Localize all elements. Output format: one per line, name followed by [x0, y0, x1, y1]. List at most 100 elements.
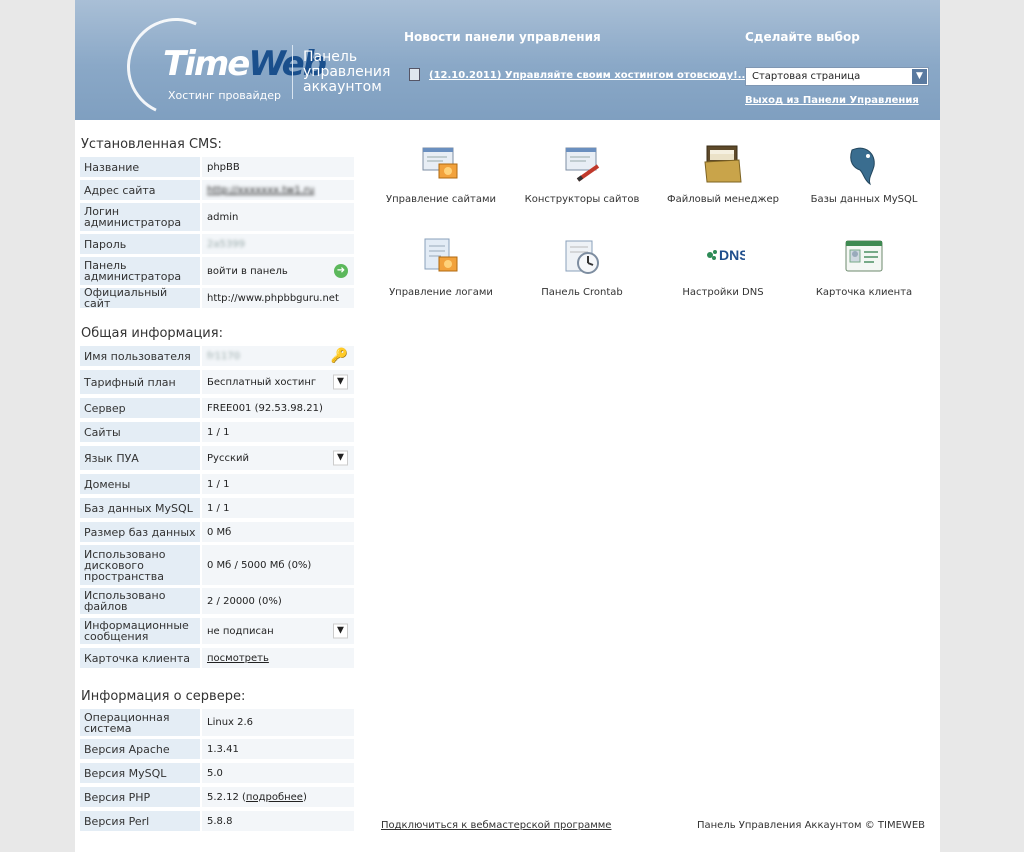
logo-time: Time [163, 44, 250, 84]
cms-section-title: Установленная CMS: [81, 137, 222, 152]
tool-label: Панель Crontab [541, 287, 623, 298]
mysql-icon[interactable] [842, 142, 886, 186]
file-manager-icon[interactable] [701, 142, 745, 186]
row-value: FREE001 (92.53.98.21) [202, 398, 354, 418]
row-label: Официальный сайт [80, 287, 200, 309]
language-value: Русский [207, 452, 249, 464]
table-row: Домены 1 / 1 [80, 474, 354, 494]
key-icon[interactable]: 🔑 [331, 348, 348, 364]
row-value: fr1170 🔑 [202, 346, 354, 366]
row-value: 1 / 1 [202, 422, 354, 442]
row-value: 0 Мб [202, 522, 354, 542]
row-value[interactable]: посмотреть [202, 648, 354, 668]
row-label: Версия Perl [80, 811, 200, 831]
news-link[interactable]: (12.10.2011) Управляйте своим хостингом … [429, 70, 749, 81]
table-row: Версия Perl 5.8.8 [80, 811, 354, 831]
row-value: admin [202, 203, 354, 231]
tool-site-builder[interactable]: Конструкторы сайтов [512, 142, 652, 205]
row-value: 2a5399 [202, 234, 354, 254]
client-card-link[interactable]: посмотреть [207, 653, 269, 664]
table-row: Адрес сайта http://xxxxxxx.tw1.ru [80, 180, 354, 200]
table-row: Логин администратора admin [80, 203, 354, 231]
table-row: Использовано файлов 2 / 20000 (0%) [80, 588, 354, 614]
dropdown-icon[interactable]: ▼ [333, 450, 348, 466]
client-card-icon[interactable] [842, 235, 886, 279]
paren-close: ) [302, 791, 307, 803]
tool-mysql[interactable]: Базы данных MySQL [794, 142, 934, 205]
logo-separator [292, 45, 293, 99]
table-row: Сервер FREE001 (92.53.98.21) [80, 398, 354, 418]
row-label: Сервер [80, 398, 200, 418]
row-label: Версия PHP [80, 787, 200, 807]
row-label: Панель администратора [80, 257, 200, 285]
tool-file-manager[interactable]: Файловый менеджер [653, 142, 793, 205]
table-row: Версия MySQL 5.0 [80, 763, 354, 783]
row-label: Информационные сообщения [80, 618, 200, 644]
sites-management-icon[interactable] [419, 142, 463, 186]
table-row: Информационные сообщения не подписан ▼ [80, 618, 354, 644]
site-builder-icon[interactable] [560, 142, 604, 186]
tool-crontab[interactable]: Панель Crontab [512, 235, 652, 298]
table-row: Сайты 1 / 1 [80, 422, 354, 442]
table-row: Название phpBB [80, 157, 354, 177]
table-row: Баз данных MySQL 1 / 1 [80, 498, 354, 518]
row-label: Название [80, 157, 200, 177]
logout-link[interactable]: Выход из Панели Управления [745, 95, 919, 106]
header: TimeWeb Хостинг провайдер Панель управле… [75, 0, 940, 130]
go-arrow-icon[interactable]: ➜ [334, 264, 348, 278]
admin-panel-login-link[interactable]: войти в панель [207, 266, 288, 277]
webmaster-program-link[interactable]: Подключиться к вебмастерской программе [381, 820, 611, 831]
table-row: Размер баз данных 0 Мб [80, 522, 354, 542]
logo[interactable]: TimeWeb [163, 44, 327, 84]
logo-subtitle: Хостинг провайдер [168, 89, 281, 102]
row-value: 5.0 [202, 763, 354, 783]
php-details-link[interactable]: подробнее [246, 792, 303, 803]
row-value: 5.2.12 (подробнее) [202, 787, 354, 807]
tariff-value: Бесплатный хостинг [207, 376, 317, 388]
dns-icon-text: DNS [719, 247, 745, 263]
start-page-select[interactable]: Стартовая страница ▼ [745, 67, 929, 86]
site-address-link[interactable]: http://xxxxxxx.tw1.ru [207, 185, 314, 196]
row-label: Баз данных MySQL [80, 498, 200, 518]
row-label: Использовано файлов [80, 588, 200, 614]
row-value: 5.8.8 [202, 811, 354, 831]
tool-label: Файловый менеджер [666, 194, 780, 205]
dns-icon[interactable]: DNS [701, 235, 749, 279]
row-value[interactable]: http://xxxxxxx.tw1.ru [202, 180, 354, 200]
tool-client-card[interactable]: Карточка клиента [794, 235, 934, 298]
chevron-down-icon[interactable]: ▼ [912, 69, 927, 84]
table-row: Использовано дискового пространства 0 Мб… [80, 545, 354, 585]
row-value: Бесплатный хостинг ▼ [202, 370, 354, 394]
dropdown-icon[interactable]: ▼ [333, 623, 348, 639]
crontab-icon[interactable] [560, 235, 604, 279]
tool-label: Базы данных MySQL [810, 194, 918, 205]
row-value[interactable]: войти в панель ➜ [202, 257, 354, 285]
username-value: fr1170 [207, 350, 241, 362]
row-label: Использовано дискового пространства [80, 545, 200, 585]
table-row: Карточка клиента посмотреть [80, 648, 354, 668]
tool-label: Управление сайтами [385, 194, 497, 205]
start-page-select-value: Стартовая страница [752, 71, 861, 82]
table-row: Панель администратора войти в панель ➜ [80, 257, 354, 285]
table-row: Тарифный план Бесплатный хостинг ▼ [80, 370, 354, 394]
row-label: Пароль [80, 234, 200, 254]
tool-sites-management[interactable]: Управление сайтами [371, 142, 511, 205]
tool-logs[interactable]: Управление логами [371, 235, 511, 298]
news-doc-icon [409, 68, 420, 81]
table-row: Имя пользователя fr1170 🔑 [80, 346, 354, 366]
row-label: Адрес сайта [80, 180, 200, 200]
dropdown-icon[interactable]: ▼ [333, 374, 348, 390]
row-value: 1 / 1 [202, 474, 354, 494]
row-value: не подписан ▼ [202, 618, 354, 644]
row-label: Язык ПУА [80, 446, 200, 470]
table-row: Пароль 2a5399 [80, 234, 354, 254]
table-row: Версия Apache 1.3.41 [80, 739, 354, 759]
tool-dns[interactable]: DNS Настройки DNS [653, 235, 793, 298]
password-value: 2a5399 [207, 238, 245, 250]
logs-icon[interactable] [419, 235, 463, 279]
panel-title: Панель управления аккаунтом [303, 49, 391, 95]
row-value: 1 / 1 [202, 498, 354, 518]
row-value: 1.3.41 [202, 739, 354, 759]
row-label: Версия Apache [80, 739, 200, 759]
table-row: Официальный сайт http://www.phpbbguru.ne… [80, 287, 354, 309]
